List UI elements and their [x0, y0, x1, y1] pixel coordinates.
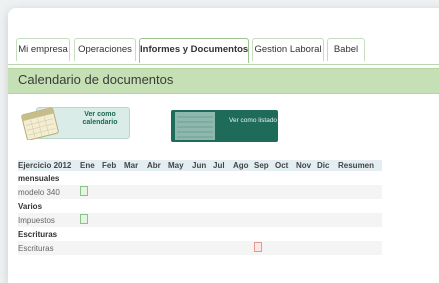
group-label: Varios — [18, 201, 43, 211]
column-header-ene: Ene — [80, 160, 102, 171]
column-header-sep: Sep — [254, 160, 275, 171]
tab-mi-empresa[interactable]: Mi empresa — [16, 38, 70, 61]
document-icon-ene[interactable] — [80, 214, 88, 224]
row-label: modelo 340 — [18, 187, 60, 197]
column-header-may: May — [168, 160, 192, 171]
row-label: Impuestos — [18, 215, 55, 225]
view-as-list-label: Ver como listado — [229, 117, 278, 124]
calendar-icon — [21, 107, 59, 140]
group-label: mensuales — [18, 173, 60, 183]
app-window: Mi empresa Operaciones Informes y Docume… — [8, 8, 439, 283]
table-row-escrituras: Escrituras — [18, 241, 382, 255]
section-title: Calendario de documentos — [18, 72, 174, 87]
group-row-mensuales: mensuales — [18, 171, 382, 185]
column-header-ejercicio: Ejercicio 2012 — [18, 160, 80, 171]
column-header-oct: Oct — [275, 160, 296, 171]
tab-informes-y-documentos[interactable]: Informes y Documentos — [139, 38, 249, 63]
document-icon-ene[interactable] — [80, 186, 88, 196]
pdf-document-icon-sep[interactable] — [254, 242, 262, 252]
view-as-calendar-button[interactable]: Ver como calendario — [20, 104, 140, 144]
column-header-nov: Nov — [296, 160, 317, 171]
tab-babel[interactable]: Babel — [327, 38, 365, 61]
view-as-list-button[interactable]: Ver como listado — [171, 110, 281, 144]
view-as-calendar-label: Ver como calendario — [82, 111, 118, 126]
table-row-modelo-340: modelo 340 — [18, 185, 382, 199]
list-icon — [175, 112, 215, 140]
column-header-jul: Jul — [213, 160, 233, 171]
column-header-abr: Abr — [147, 160, 168, 171]
group-label: Escrituras — [18, 229, 58, 239]
group-row-escrituras: Escrituras — [18, 227, 382, 241]
column-header-mar: Mar — [124, 160, 147, 171]
column-header-feb: Feb — [102, 160, 124, 171]
row-label: Escrituras — [18, 243, 54, 253]
table-header-row: Ejercicio 2012 Ene Feb Mar Abr May Jun J… — [18, 160, 382, 171]
column-header-resumen: Resumen — [338, 160, 382, 171]
tab-gestion-laboral[interactable]: Gestion Laboral — [252, 38, 324, 61]
tab-operaciones[interactable]: Operaciones — [74, 38, 136, 61]
section-header: Calendario de documentos — [8, 68, 439, 94]
main-tab-bar: Mi empresa Operaciones Informes y Docume… — [8, 38, 439, 65]
table-row-impuestos: Impuestos — [18, 213, 382, 227]
column-header-dic: Dic — [317, 160, 338, 171]
group-row-varios: Varios — [18, 199, 382, 213]
column-header-jun: Jun — [192, 160, 213, 171]
column-header-ago: Ago — [233, 160, 254, 171]
documents-calendar-table: Ejercicio 2012 Ene Feb Mar Abr May Jun J… — [18, 160, 382, 255]
